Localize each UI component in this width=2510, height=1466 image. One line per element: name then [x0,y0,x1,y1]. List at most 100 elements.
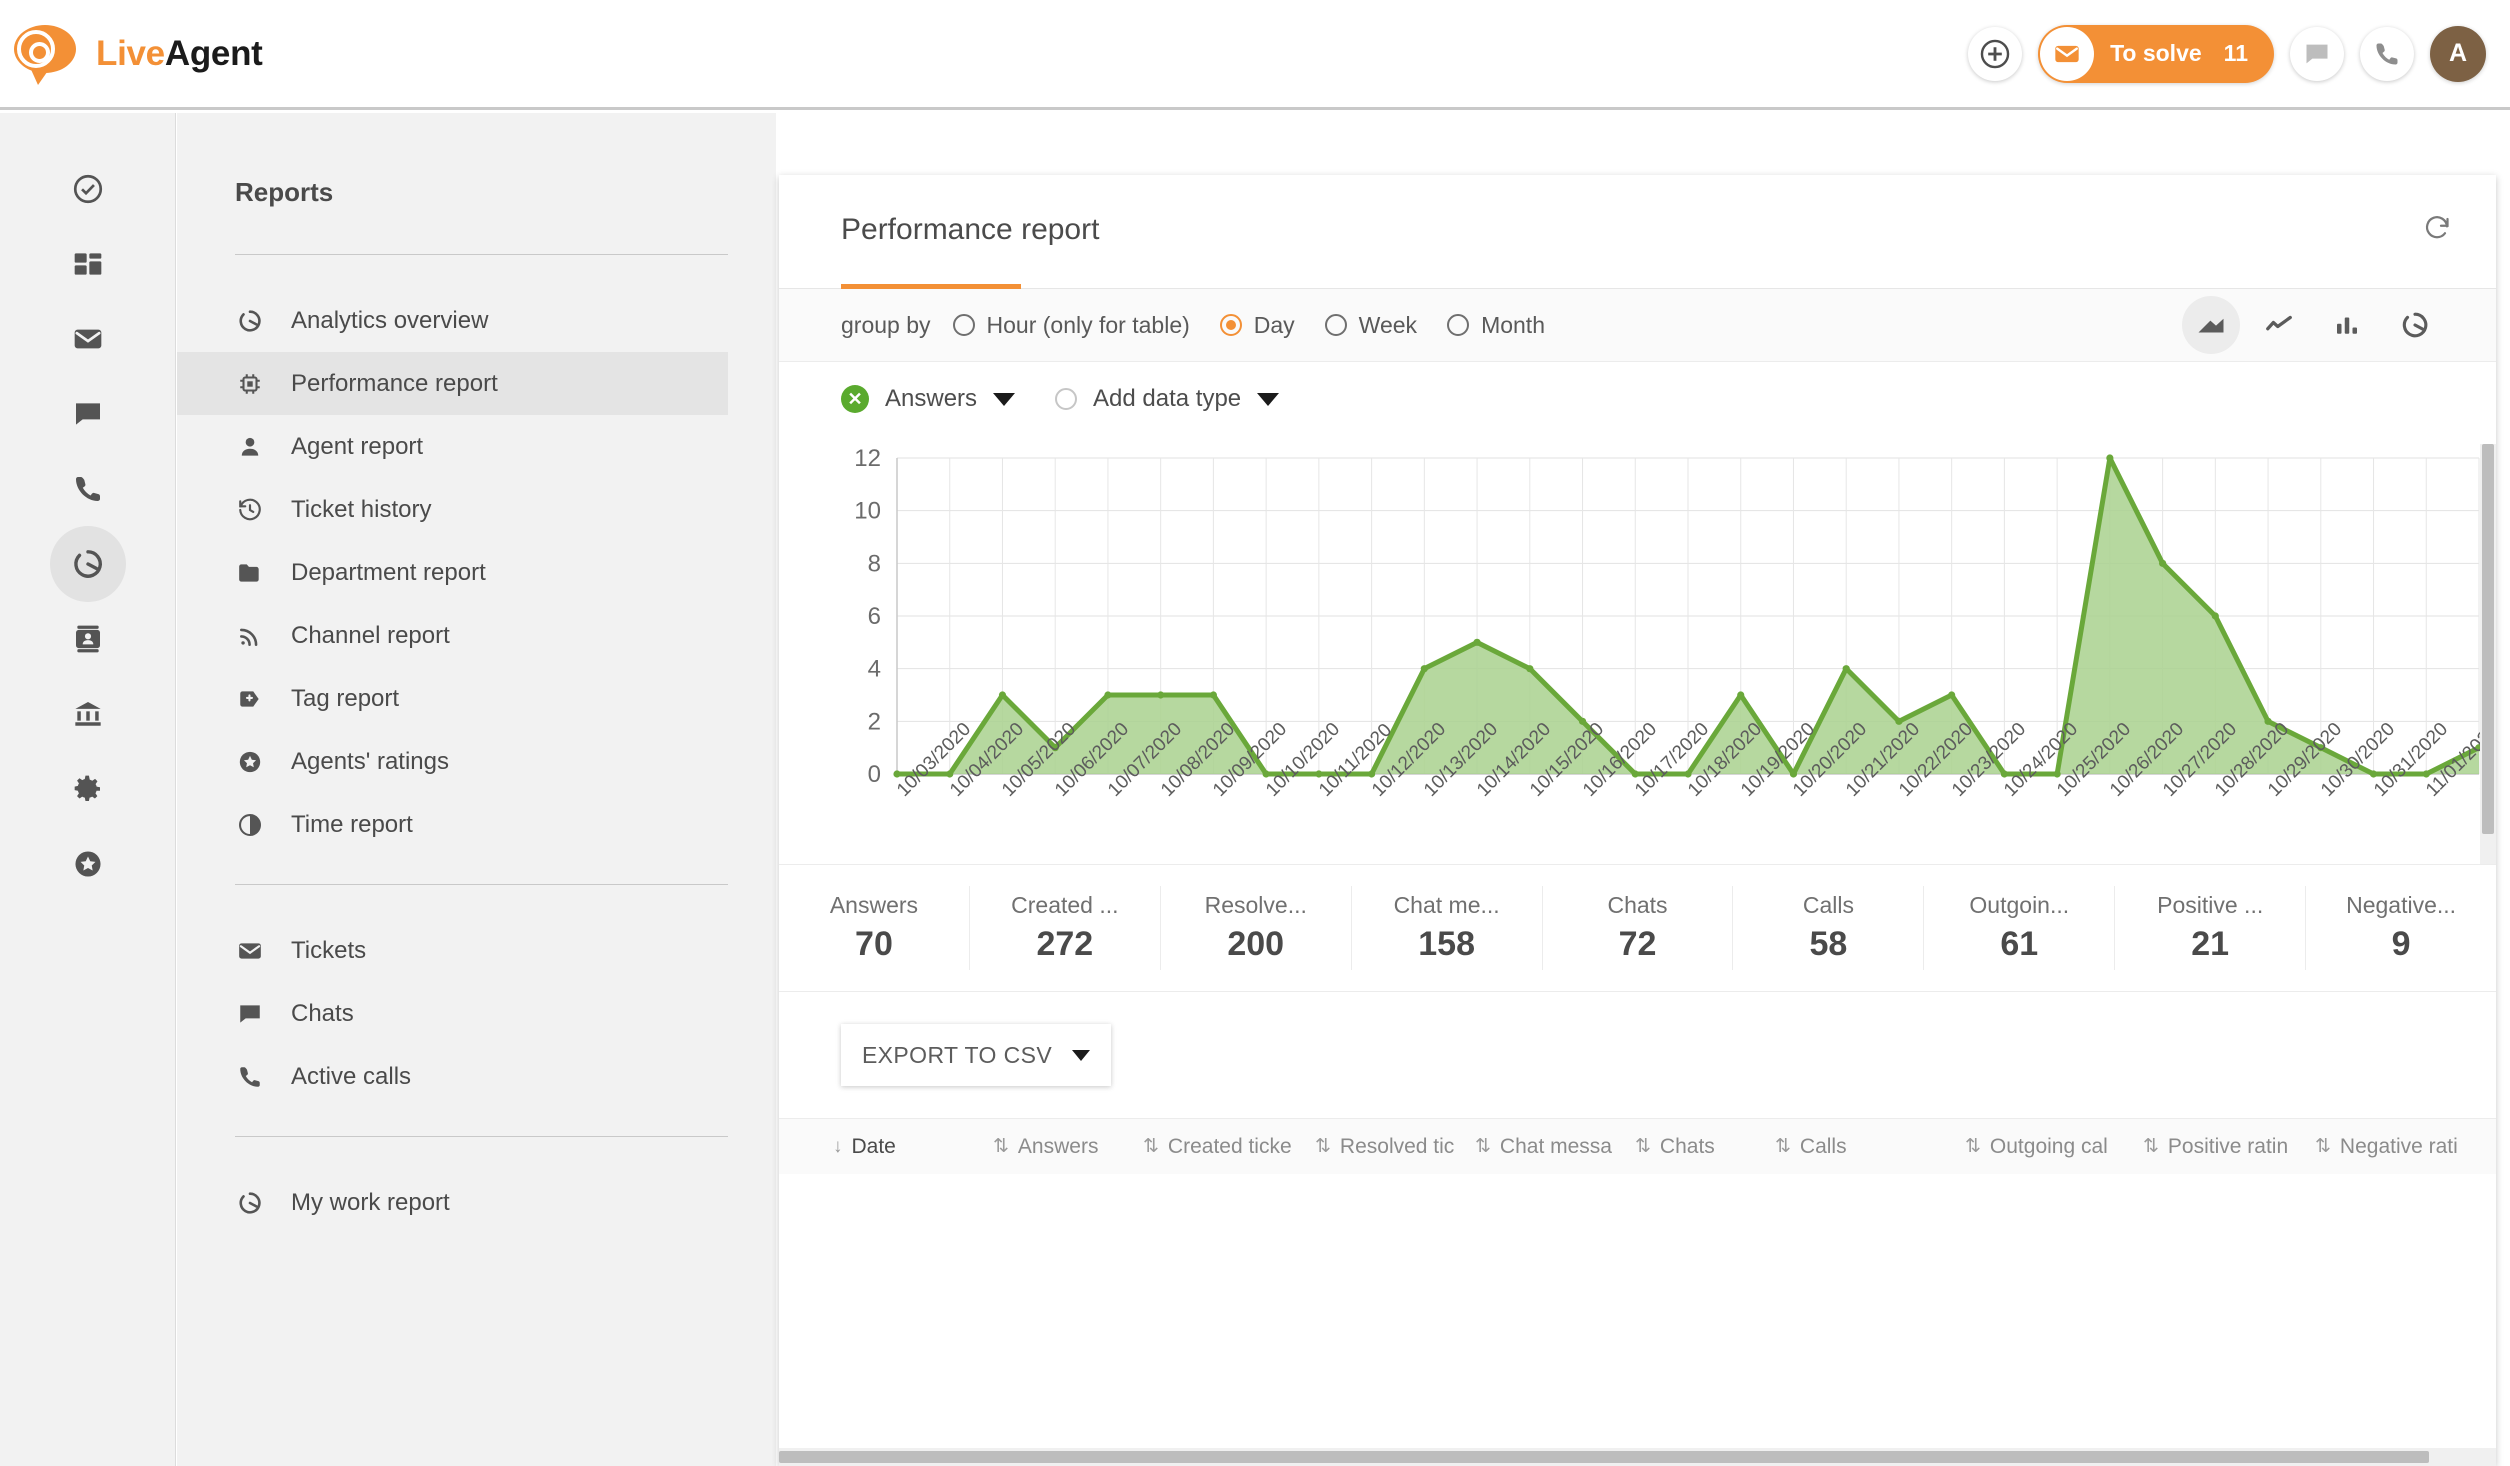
sidebar-item-my-work-report[interactable]: My work report [177,1171,728,1234]
brand-agent-text: Agent [164,33,263,73]
brand-logo-group[interactable]: LiveAgent [14,23,263,85]
svg-text:8: 8 [868,550,881,577]
sidebar-item-label: Chats [291,999,354,1027]
chat-icon [235,999,265,1029]
add-button[interactable] [1968,26,2023,81]
nav-divider-2 [235,884,728,885]
sidebar-item-label: Agent report [291,432,424,460]
table-column-header[interactable]: ⇅ Outgoing cal [1965,1135,2143,1159]
to-solve-button[interactable]: To solve 11 [2038,24,2274,83]
call-button[interactable] [2360,26,2414,81]
table-column-header[interactable]: ⇅ Positive ratin [2143,1135,2315,1159]
data-type-bar: ✕ Answers Add data type [779,362,2496,436]
table-column-header[interactable]: ⇅ Created ticke [1143,1135,1315,1159]
export-to-csv-button[interactable]: EXPORT TO CSV [841,1024,1111,1086]
sidebar-item-analytics-overview[interactable]: Analytics overview [177,289,728,352]
chart-type-toggles [2182,296,2478,354]
group-by-option-day[interactable]: Day [1219,311,1295,339]
sidebar-item-ticket-history[interactable]: Ticket history [177,478,728,541]
sidebar-item-channel-report[interactable]: Channel report [177,604,728,667]
rail-item-calls[interactable] [0,451,176,526]
data-table-header: ↓ Date ⇅ Answers ⇅ Created ticke ⇅ Resolved tic… [779,1118,2496,1174]
chevron-down-icon[interactable] [1257,392,1280,406]
sidebar-item-agent-report[interactable]: Agent report [177,415,728,478]
remove-data-type-icon[interactable]: ✕ [841,385,869,413]
sidebar-item-label: Department report [291,558,486,586]
table-column-label: Answers [1017,1134,1099,1158]
top-actions: To solve 11 A [1968,24,2486,83]
star-circle-icon [235,747,265,777]
performance-report-card: Performance report group by Hour (only f… [779,175,2496,1466]
donut-chart-icon[interactable] [2386,296,2444,354]
svg-text:10: 10 [854,498,881,525]
summary-metric-label: Chats [1607,892,1668,918]
group-by-option-month[interactable]: Month [1447,312,1545,339]
group-by-option-label: Day [1253,311,1295,338]
sidebar-item-performance-report[interactable]: Performance report [177,352,728,415]
summary-metric-value: 72 [1618,925,1657,963]
summary-metric: Answers 70 [779,886,970,970]
summary-metric-value: 61 [2000,925,2039,963]
line-chart-icon[interactable] [2250,296,2308,354]
summary-metric-value: 58 [1809,925,1848,963]
table-column-label: Resolved tic [1339,1134,1455,1158]
chevron-down-icon [1072,1049,1091,1061]
area-chart-icon[interactable] [2182,296,2240,354]
sidebar-item-label: Time report [291,810,413,838]
rail-item-tickets[interactable] [0,301,176,376]
group-by-option-hour[interactable]: Hour (only for table) [952,312,1190,339]
sidebar-item-active-calls[interactable]: Active calls [177,1045,728,1108]
reports-nav-panel: Reports Analytics overview Performance r… [177,113,776,1466]
icon-rail [0,113,176,1466]
sidebar-item-time-report[interactable]: Time report [177,793,728,856]
data-type-answers[interactable]: ✕ Answers [841,385,1016,413]
table-horizontal-scrollbar[interactable] [779,1448,2496,1466]
summary-metric-label: Created ... [1011,892,1119,918]
summary-metric: Chats 72 [1543,886,1734,970]
table-column-label: Chats [1659,1134,1715,1158]
sort-icon: ⇅ [1315,1136,1331,1157]
answers-area-chart[interactable]: 0 2 4 6 8 10 12 10/03/2020 10/04/2020 10/05/2020… [779,444,2496,864]
table-column-header[interactable]: ⇅ Negative rati [2315,1135,2495,1159]
rail-item-chats[interactable] [0,376,176,451]
table-column-header[interactable]: ⇅ Chat messa [1475,1135,1635,1159]
check-circle-icon [71,172,105,206]
chevron-down-icon[interactable] [993,392,1016,406]
bar-chart-icon[interactable] [2318,296,2376,354]
sidebar-item-agents-ratings[interactable]: Agents' ratings [177,730,728,793]
sort-icon: ⇅ [2315,1136,2331,1157]
sidebar-item-tickets[interactable]: Tickets [177,919,728,982]
export-row: EXPORT TO CSV [779,992,2496,1118]
table-column-label: Date [851,1134,896,1158]
table-column-header[interactable]: ⇅ Answers [993,1135,1143,1159]
table-column-header[interactable]: ↓ Date [833,1135,993,1159]
summary-metric: Negative... 9 [2306,886,2496,970]
rail-item-favorites[interactable] [0,826,176,901]
add-data-type[interactable]: Add data type [1055,385,1280,413]
rail-item-contacts[interactable] [0,601,176,676]
sidebar-item-tag-report[interactable]: Tag report [177,667,728,730]
rail-item-check[interactable] [0,151,176,226]
table-column-header[interactable]: ⇅ Resolved tic [1315,1135,1475,1159]
phone-icon [235,1062,265,1092]
group-by-option-week[interactable]: Week [1324,312,1417,339]
refresh-icon[interactable] [2422,212,2452,247]
rail-item-reports[interactable] [0,525,176,602]
brand-name: LiveAgent [96,34,263,74]
rail-item-dashboard[interactable] [0,226,176,301]
sidebar-item-department-report[interactable]: Department report [177,541,728,604]
sort-icon: ⇅ [1965,1136,1981,1157]
group-by-option-label: Month [1481,311,1545,338]
chat-button[interactable] [2290,26,2344,81]
user-avatar[interactable]: A [2430,25,2486,82]
rail-item-settings[interactable] [0,751,176,826]
page-title: Performance report [841,212,1100,246]
chart-vertical-scrollbar[interactable] [2480,444,2496,864]
analytics-icon [235,1188,265,1218]
svg-text:12: 12 [854,445,881,472]
sidebar-item-chats[interactable]: Chats [177,982,728,1045]
rail-item-company[interactable] [0,676,176,751]
table-column-header[interactable]: ⇅ Calls [1775,1135,1965,1159]
table-column-header[interactable]: ⇅ Chats [1635,1135,1775,1159]
table-column-label: Calls [1799,1134,1847,1158]
